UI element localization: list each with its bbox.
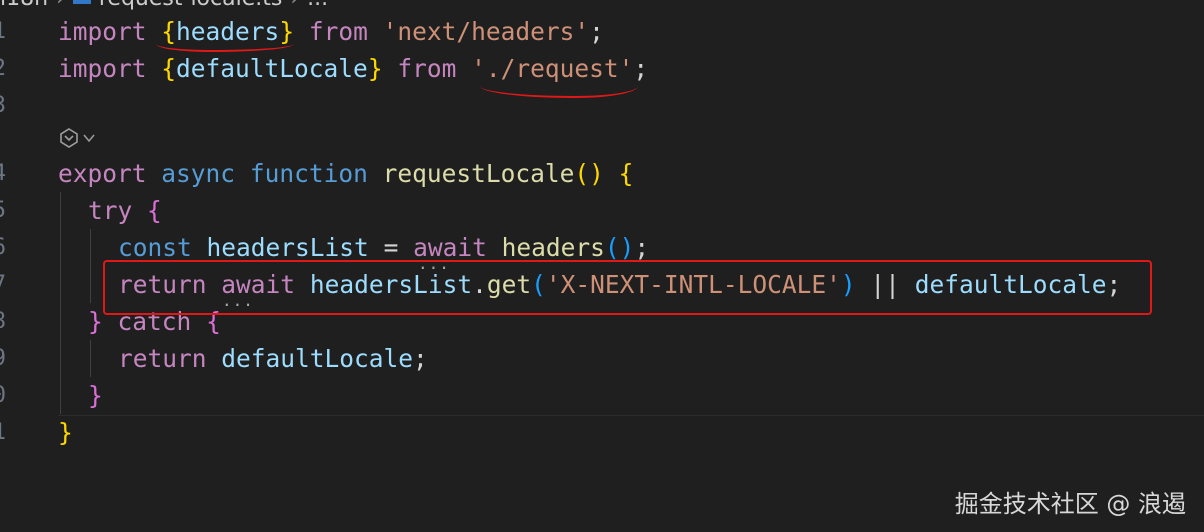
indent-guide: [60, 192, 61, 414]
keyword: async: [161, 159, 236, 188]
code-editor[interactable]: i18n › request-locale.ts ›... 1 2 3 4 5 6 7…: [0, 0, 1204, 532]
keyword: from: [308, 17, 368, 46]
brace: }: [88, 307, 103, 336]
keyword: import: [58, 17, 147, 46]
identifier: headersList: [206, 233, 369, 262]
breadcrumb-separator-icon: ›: [290, 0, 299, 11]
code-line-4[interactable]: export async function requestLocale() {: [58, 155, 633, 192]
line-number: 0: [0, 377, 6, 414]
brace: }: [367, 54, 383, 83]
paren: (): [574, 159, 604, 188]
operator: =: [383, 233, 399, 262]
brace: {: [161, 54, 177, 83]
string-literal: './request': [471, 54, 634, 83]
breadcrumb: i18n › request-locale.ts ›...: [0, 0, 328, 11]
brace: }: [279, 17, 295, 46]
identifier: defaultLocale: [176, 54, 368, 83]
brace: {: [147, 196, 162, 225]
keyword: return: [118, 344, 207, 373]
line-number: 1: [0, 414, 6, 451]
line-number: 5: [0, 192, 6, 229]
codelens[interactable]: [58, 127, 96, 153]
chevron-down-icon[interactable]: [82, 131, 96, 145]
keyword: export: [58, 159, 147, 188]
copilot-icon[interactable]: [58, 127, 80, 149]
brace: }: [88, 381, 103, 410]
indent-guide: [90, 229, 91, 303]
breadcrumb-folder[interactable]: i18n: [0, 0, 48, 11]
code-line-1[interactable]: import {headers} from 'next/headers';: [58, 13, 604, 50]
function-name: requestLocale: [382, 159, 575, 188]
line-number: 4: [0, 155, 6, 192]
string-literal: 'next/headers': [382, 17, 590, 46]
brace: {: [618, 159, 634, 188]
paren: (): [604, 233, 635, 262]
punctuation: ;: [633, 54, 649, 83]
punctuation: ;: [413, 344, 428, 373]
line-number: 3: [0, 87, 6, 124]
line-number: 8: [0, 303, 6, 340]
keyword: try: [88, 196, 133, 225]
identifier: headers: [176, 17, 280, 46]
code-line-2[interactable]: import {defaultLocale} from './request';: [58, 50, 648, 87]
current-line-highlight: [58, 415, 1204, 416]
breadcrumb-file[interactable]: request-locale.ts: [99, 0, 282, 11]
breadcrumb-more[interactable]: ...: [307, 0, 328, 11]
keyword: import: [58, 54, 147, 83]
watermark: 掘金技术社区 @ 浪遏: [954, 490, 1186, 518]
line-number: 2: [0, 50, 6, 87]
function-name: headers: [501, 233, 605, 262]
annotation-underline: [480, 86, 638, 98]
typescript-file-icon: [72, 0, 91, 4]
punctuation: ;: [634, 233, 650, 262]
code-line-9[interactable]: return defaultLocale;: [118, 340, 428, 377]
punctuation: ;: [589, 17, 604, 46]
code-line-5[interactable]: try {: [88, 192, 162, 229]
line-number: 7: [0, 266, 6, 303]
indent-guide: [90, 340, 91, 377]
line-number: 1: [0, 13, 6, 50]
line-number: 9: [0, 340, 6, 377]
breadcrumb-separator-icon: ›: [56, 0, 65, 11]
line-number: 6: [0, 229, 6, 266]
keyword: from: [397, 54, 457, 83]
brace: {: [161, 17, 177, 46]
brace: }: [58, 418, 73, 447]
keyword: function: [249, 159, 368, 188]
code-line-10[interactable]: }: [88, 377, 103, 414]
identifier: defaultLocale: [221, 344, 414, 373]
code-line-11[interactable]: }: [58, 414, 73, 451]
keyword: const: [118, 233, 192, 262]
annotation-box: [103, 260, 1152, 315]
